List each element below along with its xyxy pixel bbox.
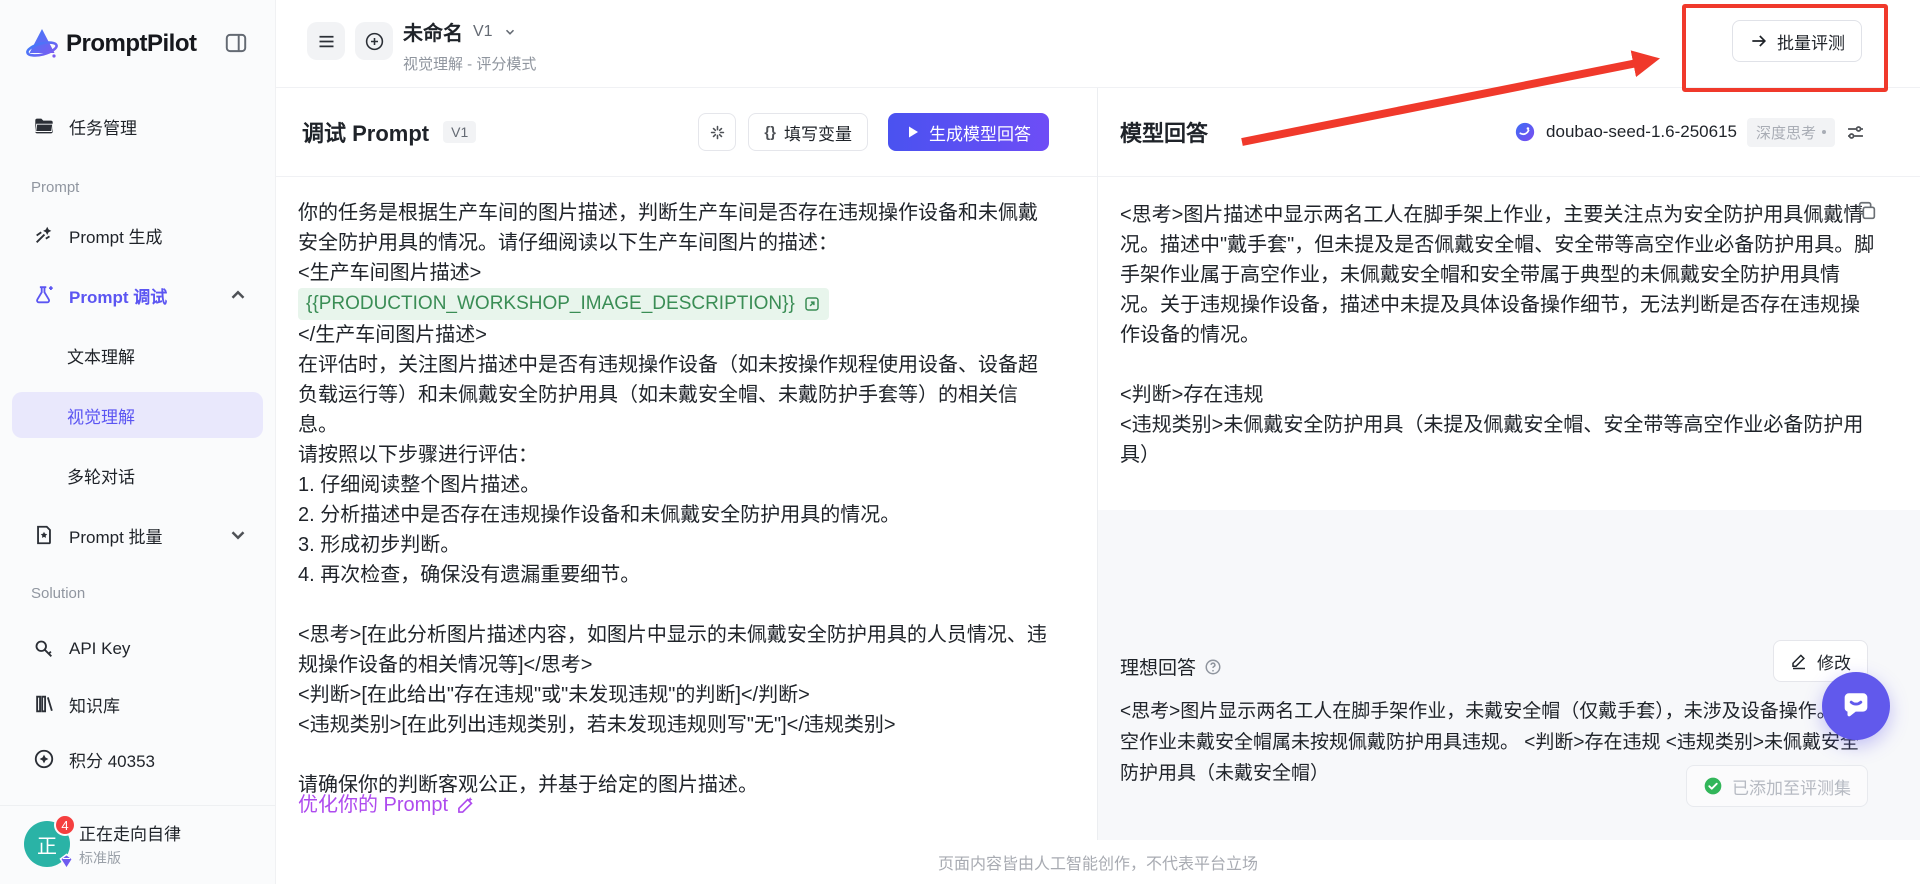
prompt-version-badge: V1: [443, 121, 477, 143]
sidebar-collapse-icon[interactable]: [223, 30, 249, 56]
ideal-answer-label: 理想回答: [1120, 653, 1222, 680]
deep-think-badge[interactable]: 深度思考: [1746, 117, 1835, 147]
dot-icon: [1822, 130, 1826, 134]
document-star-icon: [37, 525, 51, 545]
user-name: 正在走向自律: [79, 825, 181, 844]
sidebar-item-label: 多轮对话: [67, 467, 135, 487]
sidebar-item-label: 视觉理解: [67, 407, 135, 427]
copy-icon[interactable]: [1856, 200, 1878, 222]
document-title[interactable]: 未命名: [403, 17, 463, 46]
main-area: 未命名 V1 视觉理解 - 评分模式 批量评测 调试 Prompt V1 {} …: [276, 0, 1920, 884]
sidebar-item-prompt-debug[interactable]: Prompt 调试: [12, 275, 263, 315]
mode-subtitle: 视觉理解 - 评分模式: [403, 56, 537, 73]
sidebar-item-points[interactable]: 积分 40353: [12, 739, 263, 779]
sidebar-section-prompt: Prompt: [31, 179, 80, 196]
prompt-panel: 调试 Prompt V1 {} 填写变量 生成模型回答 你的任务是根据生产车间的…: [276, 88, 1098, 840]
chevron-down-icon[interactable]: [503, 25, 517, 39]
books-icon: [36, 695, 53, 713]
generate-answer-button[interactable]: 生成模型回答: [888, 113, 1049, 151]
sidebar-item-label: Prompt 调试: [69, 287, 168, 307]
sidebar-item-multi-turn-dialog[interactable]: 多轮对话: [12, 455, 263, 495]
arrow-right-icon: [1752, 35, 1767, 47]
sidebar-divider: [0, 805, 275, 806]
hamburger-icon: [319, 35, 333, 47]
sidebar-item-knowledge-base[interactable]: 知识库: [12, 684, 263, 724]
sidebar-item-label: 积分 40353: [69, 751, 155, 771]
sidebar-item-prompt-batch[interactable]: Prompt 批量: [12, 515, 263, 555]
sidebar: PromptPilot 任务管理 Prompt Prompt 生成 Prompt…: [0, 0, 276, 884]
play-icon: [909, 126, 918, 138]
sidebar-item-label: API Key: [69, 639, 131, 658]
optimize-prompt-link[interactable]: 优化你的 Prompt: [298, 790, 476, 820]
folder-icon: [35, 118, 54, 134]
answer-panel: 模型回答 doubao-seed-1.6-250615 深度思考 <思考>图片描…: [1098, 88, 1920, 840]
disclaimer: 页面内容皆由人工智能创作，不代表平台立场: [276, 840, 1920, 884]
promptpilot-logo-icon: [26, 29, 58, 58]
pen-sparkle-icon: [458, 797, 473, 813]
logo: PromptPilot: [24, 24, 275, 64]
model-settings-sliders-icon[interactable]: [1845, 122, 1866, 143]
chevron-down-icon[interactable]: [227, 524, 249, 546]
model-response-text: <思考>图片描述中显示两名工人在脚手架上作业，主要关注点为安全防护用具佩戴情况。…: [1120, 204, 1875, 466]
notification-badge: 4: [54, 814, 76, 836]
flask-icon: [36, 286, 53, 304]
model-name[interactable]: doubao-seed-1.6-250615: [1546, 122, 1737, 142]
menu-button[interactable]: [307, 22, 345, 60]
sidebar-item-text-understanding[interactable]: 文本理解: [12, 335, 263, 375]
prompt-text-after: </生产车间图片描述> 在评估时，关注图片描述中是否有违规操作设备（如未按操作规…: [298, 324, 1047, 796]
new-session-button[interactable]: [355, 22, 393, 60]
sidebar-item-prompt-generate[interactable]: Prompt 生成: [12, 215, 263, 255]
chat-bubble-icon: [1844, 693, 1868, 717]
answer-panel-title: 模型回答: [1120, 121, 1209, 146]
added-to-evalset-button[interactable]: 已添加至评测集: [1686, 765, 1868, 807]
user-account[interactable]: 正 4 正在走向自律 标准版: [24, 814, 263, 870]
chat-widget-button[interactable]: [1822, 672, 1890, 740]
wand-star-icon: [36, 226, 52, 243]
pencil-icon: [1792, 654, 1805, 670]
prompt-panel-title: 调试 Prompt: [302, 121, 430, 146]
fill-variables-button[interactable]: {} 填写变量: [748, 113, 868, 151]
points-coin-icon: [34, 749, 54, 769]
user-plan: 标准版: [79, 850, 121, 866]
sparkle-burst-icon: [710, 125, 725, 139]
optimize-prompt-icon-button[interactable]: [698, 113, 737, 151]
sidebar-item-visual-understanding[interactable]: 视觉理解: [12, 392, 263, 438]
sidebar-item-label: 文本理解: [67, 347, 135, 367]
sidebar-section-solution: Solution: [31, 585, 86, 602]
prompt-text-before: 你的任务是根据生产车间的图片描述，判断生产车间是否存在违规操作设备和未佩戴安全防…: [298, 202, 1038, 284]
prompt-editor[interactable]: 你的任务是根据生产车间的图片描述，判断生产车间是否存在违规操作设备和未佩戴安全防…: [276, 177, 1097, 840]
topbar: 未命名 V1 视觉理解 - 评分模式 批量评测: [276, 0, 1920, 92]
help-icon[interactable]: [1204, 658, 1222, 676]
check-circle-icon: [1704, 777, 1722, 795]
sidebar-item-label: Prompt 批量: [69, 527, 163, 547]
sidebar-item-label: Prompt 生成: [69, 227, 163, 247]
document-version[interactable]: V1: [473, 23, 493, 41]
chevron-up-icon[interactable]: [227, 284, 249, 306]
doubao-model-icon: [1515, 122, 1535, 142]
key-icon: [35, 640, 52, 657]
expand-icon[interactable]: [803, 295, 821, 313]
plus-circle-icon: [365, 32, 383, 50]
braces-icon: {}: [764, 123, 776, 141]
sidebar-item-task-management[interactable]: 任务管理: [12, 106, 263, 146]
prompt-variable-chip[interactable]: {{PRODUCTION_WORKSHOP_IMAGE_DESCRIPTION}…: [298, 288, 829, 320]
membership-gem-icon: [59, 853, 74, 870]
model-response: <思考>图片描述中显示两名工人在脚手架上作业，主要关注点为安全防护用具佩戴情况。…: [1098, 177, 1920, 510]
sidebar-item-label: 任务管理: [69, 118, 137, 138]
sidebar-item-api-key[interactable]: API Key: [12, 629, 263, 669]
app-title: PromptPilot: [66, 30, 197, 57]
sidebar-item-label: 知识库: [69, 696, 120, 716]
ideal-answer-section: 理想回答 修改 <思考>图片显示两名工人在脚手架作业，未戴安全帽（仅戴手套），未…: [1098, 510, 1920, 840]
batch-eval-button[interactable]: 批量评测: [1732, 20, 1862, 62]
